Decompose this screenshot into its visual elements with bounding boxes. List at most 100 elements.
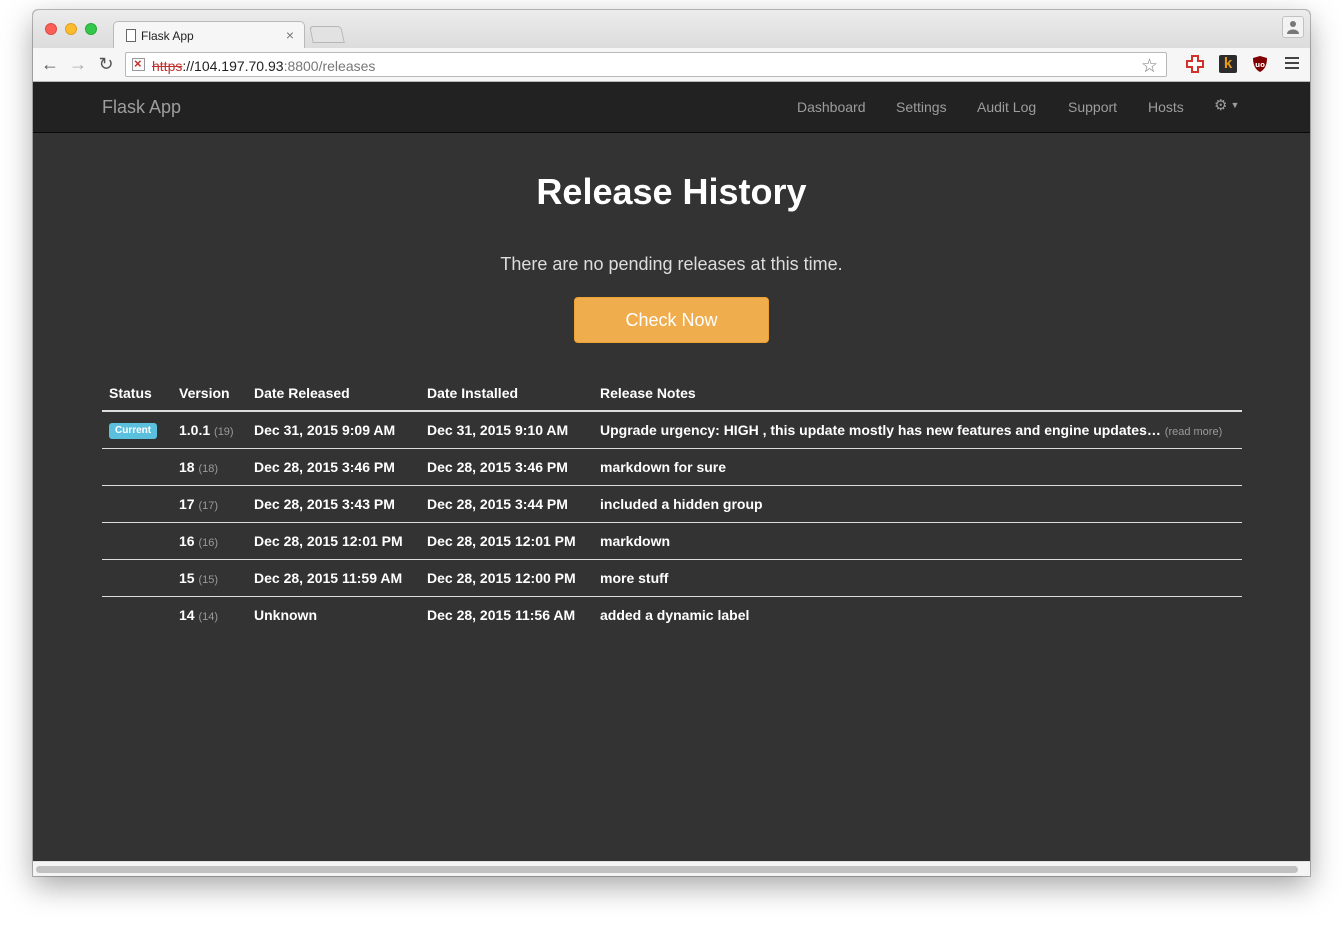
- version-cell: 18 (18): [172, 447, 247, 485]
- close-window-button[interactable]: [45, 23, 57, 35]
- version-sequence: (15): [198, 573, 219, 586]
- pending-releases-message: There are no pending releases at this ti…: [500, 254, 843, 274]
- header-version: Version: [172, 379, 247, 412]
- minimize-window-button[interactable]: [65, 23, 77, 35]
- header-date-released: Date Released: [247, 379, 420, 412]
- status-cell: [102, 558, 172, 596]
- insecure-lock-icon[interactable]: ×: [132, 56, 145, 71]
- release-notes-cell: markdown for sure: [593, 447, 1242, 485]
- status-cell: [102, 595, 172, 633]
- release-notes-text: Upgrade urgency: HIGH , this update most…: [600, 421, 1161, 438]
- browser-tab[interactable]: Flask App ×: [113, 21, 305, 49]
- table-row: 16 (16) Dec 28, 2015 12:01 PM Dec 28, 20…: [102, 521, 1242, 559]
- url-host: ://104.197.70.93: [182, 58, 284, 74]
- table-row: 17 (17) Dec 28, 2015 3:43 PM Dec 28, 201…: [102, 484, 1242, 522]
- read-more-link[interactable]: (read more): [1165, 426, 1222, 438]
- browser-toolbar: ← → ↻ × https://104.197.70.93:8800/relea…: [33, 48, 1310, 82]
- version-cell: 17 (17): [172, 484, 247, 522]
- current-badge: Current: [109, 423, 158, 440]
- main-content: Release History There are no pending rel…: [33, 133, 1310, 861]
- table-row: 15 (15) Dec 28, 2015 11:59 AM Dec 28, 20…: [102, 558, 1242, 596]
- date-released-cell: Unknown: [247, 595, 420, 633]
- back-arrow-icon[interactable]: ←: [39, 53, 61, 75]
- check-now-button[interactable]: Check Now: [574, 297, 769, 343]
- browser-menu-icon[interactable]: [1285, 57, 1299, 72]
- status-cell: Current: [102, 411, 172, 448]
- version-sequence: (18): [198, 462, 219, 475]
- url-path: :8800/releases: [283, 58, 376, 74]
- date-installed-cell: Dec 28, 2015 12:00 PM: [420, 558, 593, 596]
- date-installed-cell: Dec 31, 2015 9:10 AM: [427, 421, 569, 438]
- settings-dropdown[interactable]: ⚙ ▼: [1214, 96, 1239, 114]
- version-sequence: (19): [214, 425, 234, 438]
- version-number: 14: [179, 606, 195, 623]
- page-title: Release History: [536, 171, 807, 212]
- gear-icon: ⚙: [1214, 97, 1228, 114]
- version-sequence: (14): [198, 610, 219, 623]
- table-row: Current 1.0.1 (19) Dec 31, 2015 9:09 AM …: [102, 411, 1242, 448]
- table-row: 18 (18) Dec 28, 2015 3:46 PM Dec 28, 201…: [102, 447, 1242, 485]
- date-released-cell: Dec 28, 2015 3:46 PM: [247, 447, 420, 485]
- new-tab-button[interactable]: [309, 26, 345, 43]
- page-icon: [126, 29, 136, 42]
- header-release-notes: Release Notes: [593, 379, 1242, 412]
- nav-support[interactable]: Support: [1068, 99, 1117, 115]
- table-header-row: Status Version Date Released Date Instal…: [102, 379, 1242, 412]
- version-number: 18: [179, 458, 195, 475]
- nav-hosts[interactable]: Hosts: [1148, 99, 1184, 115]
- release-notes-cell: more stuff: [593, 558, 1242, 596]
- status-cell: [102, 484, 172, 522]
- browser-window: Flask App × ← → ↻ × https://104.197.70.9…: [33, 10, 1310, 876]
- ublock-shield-icon[interactable]: uo: [1251, 55, 1269, 73]
- status-cell: [102, 521, 172, 559]
- person-icon: [1287, 21, 1299, 34]
- version-cell: 14 (14): [172, 595, 247, 633]
- date-installed-cell: Dec 28, 2015 3:46 PM: [420, 447, 593, 485]
- nav-dashboard[interactable]: Dashboard: [797, 99, 866, 115]
- header-status: Status: [102, 379, 172, 412]
- version-number: 16: [179, 532, 195, 549]
- app-navbar: Flask App Dashboard Settings Audit Log S…: [33, 82, 1310, 133]
- date-released-cell: Dec 31, 2015 9:09 AM: [254, 421, 396, 438]
- date-installed-cell: Dec 28, 2015 3:44 PM: [420, 484, 593, 522]
- caret-down-icon: ▼: [1230, 100, 1240, 110]
- forward-arrow-icon[interactable]: →: [67, 53, 89, 75]
- tab-title: Flask App: [141, 29, 194, 43]
- version-sequence: (16): [198, 536, 219, 549]
- table-row: 14 (14) Unknown Dec 28, 2015 11:56 AM ad…: [102, 595, 1242, 633]
- date-released-cell: Dec 28, 2015 12:01 PM: [247, 521, 420, 559]
- version-number: 17: [179, 495, 195, 512]
- url-scheme: https: [152, 58, 183, 74]
- extension-cross-icon[interactable]: [1186, 55, 1204, 73]
- version-number: 15: [179, 569, 195, 586]
- url-text[interactable]: https://104.197.70.93:8800/releases: [152, 58, 375, 74]
- release-notes-cell: Upgrade urgency: HIGH , this update most…: [593, 411, 1242, 448]
- address-bar[interactable]: × https://104.197.70.93:8800/releases ☆: [125, 52, 1167, 77]
- date-installed-cell: Dec 28, 2015 12:01 PM: [420, 521, 593, 559]
- scrollbar-thumb[interactable]: [36, 866, 1298, 873]
- nav-audit-log[interactable]: Audit Log: [977, 99, 1036, 115]
- horizontal-scrollbar[interactable]: [33, 861, 1310, 876]
- release-notes-cell: included a hidden group: [593, 484, 1242, 522]
- header-date-installed: Date Installed: [420, 379, 593, 412]
- date-released-cell: Dec 28, 2015 11:59 AM: [247, 558, 420, 596]
- release-notes-cell: added a dynamic label: [593, 595, 1242, 633]
- version-number: 1.0.1: [179, 421, 211, 438]
- date-released-cell: Dec 28, 2015 3:43 PM: [247, 484, 420, 522]
- nav-settings[interactable]: Settings: [896, 99, 947, 115]
- tab-close-icon[interactable]: ×: [286, 27, 294, 43]
- navbar-brand[interactable]: Flask App: [102, 97, 181, 118]
- profile-button[interactable]: [1282, 16, 1304, 38]
- extension-k-icon[interactable]: k: [1219, 55, 1237, 73]
- version-cell: 16 (16): [172, 521, 247, 559]
- version-cell: 1.0.1 (19): [172, 411, 247, 448]
- version-sequence: (17): [198, 499, 219, 512]
- zoom-window-button[interactable]: [85, 23, 97, 35]
- release-history-table: Status Version Date Released Date Instal…: [102, 379, 1242, 633]
- date-installed-cell: Dec 28, 2015 11:56 AM: [420, 595, 593, 633]
- bookmark-star-icon[interactable]: ☆: [1141, 55, 1158, 78]
- version-cell: 15 (15): [172, 558, 247, 596]
- release-notes-cell: markdown: [593, 521, 1242, 559]
- status-cell: [102, 447, 172, 485]
- reload-icon[interactable]: ↻: [95, 53, 117, 75]
